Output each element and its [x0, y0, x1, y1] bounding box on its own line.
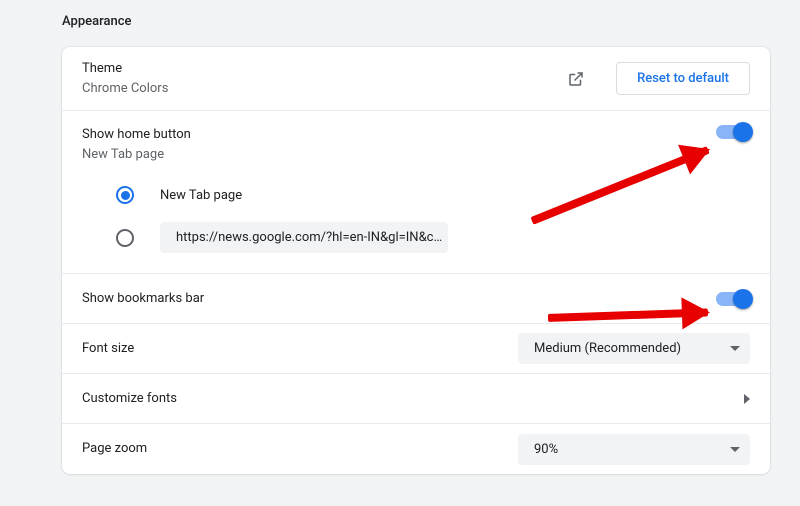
fontsize-select[interactable]: Medium (Recommended) — [518, 333, 750, 364]
appearance-card: Theme Chrome Colors Reset to default Sho… — [62, 47, 770, 474]
home-url-input[interactable]: https://news.google.com/?hl=en-IN&gl=IN&… — [160, 222, 448, 253]
home-radio-newtab-label: New Tab page — [160, 188, 242, 203]
theme-title: Theme — [82, 59, 168, 79]
section-title-appearance: Appearance — [62, 14, 800, 29]
customize-fonts-title: Customize fonts — [82, 389, 177, 409]
open-in-new-icon[interactable] — [564, 67, 588, 91]
row-customize-fonts[interactable]: Customize fonts — [62, 374, 770, 424]
zoom-title: Page zoom — [82, 439, 147, 459]
home-button-title: Show home button — [82, 125, 191, 145]
home-radio-custom-url[interactable]: https://news.google.com/?hl=en-IN&gl=IN&… — [116, 222, 750, 253]
zoom-select[interactable]: 90% — [518, 434, 750, 465]
home-button-toggle[interactable] — [716, 125, 750, 139]
row-theme: Theme Chrome Colors Reset to default — [62, 47, 770, 111]
chevron-down-icon — [730, 447, 740, 452]
theme-text: Theme Chrome Colors — [82, 59, 168, 98]
chevron-down-icon — [730, 346, 740, 351]
radio-unselected-icon — [116, 229, 134, 247]
row-page-zoom: Page zoom 90% — [62, 424, 770, 474]
reset-to-default-button[interactable]: Reset to default — [616, 62, 750, 95]
zoom-value: 90% — [534, 442, 558, 457]
bookmarks-title: Show bookmarks bar — [82, 289, 204, 309]
home-radio-newtab[interactable]: New Tab page — [116, 186, 750, 204]
row-font-size: Font size Medium (Recommended) — [62, 324, 770, 374]
row-bookmarks-bar: Show bookmarks bar — [62, 274, 770, 324]
row-home-button: Show home button New Tab page New Tab pa… — [62, 111, 770, 274]
home-button-subtitle: New Tab page — [82, 145, 191, 165]
theme-subtitle: Chrome Colors — [82, 79, 168, 99]
radio-selected-icon — [116, 186, 134, 204]
fontsize-value: Medium (Recommended) — [534, 341, 681, 356]
bookmarks-toggle[interactable] — [716, 292, 750, 306]
fontsize-title: Font size — [82, 339, 134, 359]
chevron-right-icon — [744, 394, 750, 404]
